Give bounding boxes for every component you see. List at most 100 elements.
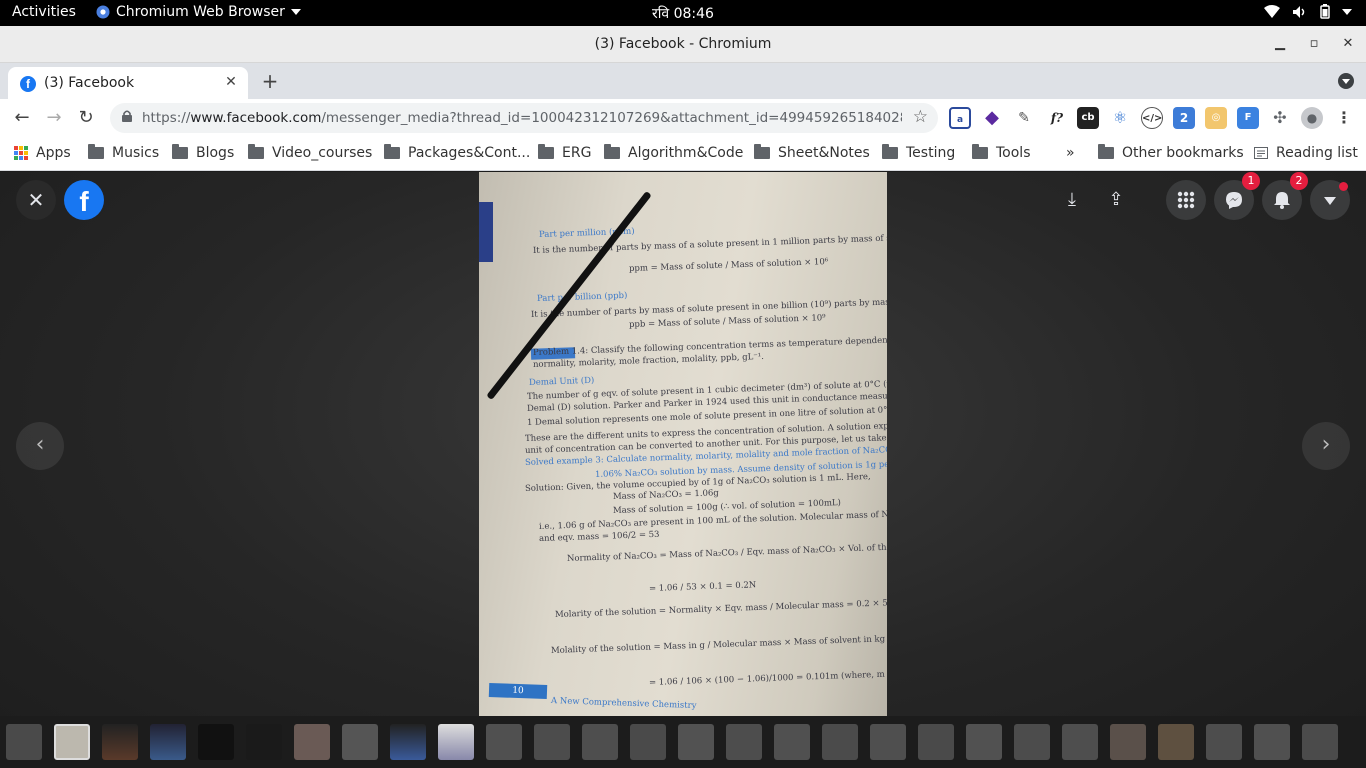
thumbnail[interactable] [1110, 724, 1146, 760]
system-tray[interactable] [1264, 4, 1352, 19]
photo-text-line: = 1.06 / 53 × 0.1 = 0.2N [648, 580, 757, 594]
thumbnail[interactable] [534, 724, 570, 760]
bookmark-folder-other[interactable]: Other bookmarks [1098, 144, 1244, 161]
thumbnail[interactable] [774, 724, 810, 760]
photo-text-line: Molality of the solution = Mass in g / M… [550, 634, 886, 656]
download-icon[interactable]: ⤓ [1052, 180, 1092, 220]
thumbnail[interactable] [150, 724, 186, 760]
thumbnail-selected[interactable] [54, 724, 90, 760]
photo-text-line: = 1.06 / 106 × (100 − 1.06)/1000 = 0.101… [648, 668, 887, 688]
photo-text-line: Normality of Na₂CO₃ = Mass of Na₂CO₃ / E… [566, 541, 887, 564]
extension-ft-icon[interactable]: F [1237, 107, 1259, 129]
caret-down-icon [1324, 197, 1336, 205]
thumbnail[interactable] [726, 724, 762, 760]
bookmark-label: Blogs [196, 145, 235, 161]
thumbnail[interactable] [1302, 724, 1338, 760]
thumbnail[interactable] [870, 724, 906, 760]
facebook-logo-icon[interactable]: f [64, 180, 104, 220]
bookmark-folder-video-courses[interactable]: Video_courses [248, 144, 372, 161]
previous-photo-button[interactable]: ‹ [16, 422, 64, 470]
forward-button[interactable]: → [42, 107, 66, 129]
bookmarks-overflow-button[interactable]: » [1066, 145, 1075, 161]
tab-facebook[interactable]: f (3) Facebook ✕ [8, 67, 248, 99]
thumbnail[interactable] [1014, 724, 1050, 760]
next-photo-button[interactable]: › [1302, 422, 1350, 470]
extension-formula-icon[interactable]: f? [1045, 107, 1069, 129]
close-viewer-button[interactable]: ✕ [16, 180, 56, 220]
thumbnail[interactable] [582, 724, 618, 760]
folder-icon [538, 144, 554, 159]
notifications-button[interactable]: 2 [1262, 172, 1308, 220]
thumbnail[interactable] [918, 724, 954, 760]
address-bar[interactable]: https://www.facebook.com/messenger_media… [110, 103, 938, 133]
bookmark-folder-erg[interactable]: ERG [538, 144, 591, 161]
extension-2-icon[interactable]: 2 [1173, 107, 1195, 129]
system-top-bar: Activities Chromium Web Browser रवि 08:4… [0, 0, 1366, 26]
extensions-puzzle-icon[interactable]: ✣ [1269, 107, 1291, 129]
bookmark-folder-tools[interactable]: Tools [972, 144, 1031, 161]
thumbnail[interactable] [294, 724, 330, 760]
extension-layers-icon[interactable]: ◆ [981, 107, 1003, 129]
thumbnail[interactable] [438, 724, 474, 760]
back-button[interactable]: ← [10, 107, 34, 129]
menu-grid-button[interactable] [1166, 180, 1206, 220]
bookmark-label: Tools [996, 145, 1031, 161]
bookmark-folder-blogs[interactable]: Blogs [172, 144, 235, 161]
bookmark-folder-musics[interactable]: Musics [88, 144, 159, 161]
account-button[interactable] [1310, 180, 1350, 220]
extension-code-icon[interactable]: </> [1141, 107, 1163, 129]
folder-icon [172, 144, 188, 159]
photo-blue-strip [479, 202, 493, 262]
bookmark-label: Other bookmarks [1122, 145, 1244, 161]
share-icon[interactable]: ⇪ [1096, 180, 1136, 220]
thumbnail[interactable] [1062, 724, 1098, 760]
thumbnail[interactable] [342, 724, 378, 760]
thumbnail[interactable] [1206, 724, 1242, 760]
photo-text-line: ppb = Mass of solute / Mass of solution … [628, 313, 826, 330]
messenger-button[interactable]: 1 [1214, 172, 1260, 220]
thumbnail[interactable] [102, 724, 138, 760]
bookmark-label: Packages&Cont... [408, 145, 531, 161]
thumbnail[interactable] [1254, 724, 1290, 760]
extension-cb-icon[interactable]: cb [1077, 107, 1099, 129]
thumbnail[interactable] [630, 724, 666, 760]
thumbnail[interactable] [486, 724, 522, 760]
clock[interactable]: रवि 08:46 [0, 4, 1366, 23]
thumbnail[interactable] [966, 724, 1002, 760]
reading-list-button[interactable]: Reading list [1254, 145, 1358, 161]
bookmark-folder-sheet-notes[interactable]: Sheet&Notes [754, 144, 870, 161]
maximize-button[interactable]: ▫ [1304, 34, 1324, 54]
close-window-button[interactable]: ✕ [1338, 34, 1358, 54]
wifi-icon [1264, 4, 1280, 18]
bookmark-apps[interactable]: Apps [14, 145, 71, 161]
reload-button[interactable]: ↻ [74, 107, 98, 129]
thumbnail[interactable] [6, 724, 42, 760]
thumbnail[interactable] [678, 724, 714, 760]
extension-eyedropper-icon[interactable]: ✎ [1013, 107, 1035, 129]
extension-camera-icon[interactable]: ◎ [1205, 107, 1227, 129]
extension-icon-1[interactable]: a [949, 107, 971, 129]
thumbnail[interactable] [822, 724, 858, 760]
bookmark-label: Algorithm&Code [628, 145, 744, 161]
messenger-icon [1226, 192, 1242, 209]
minimize-button[interactable]: ▁ [1270, 34, 1290, 54]
reading-list-icon [1254, 147, 1268, 159]
thumbnail[interactable] [198, 724, 234, 760]
bookmark-label: Sheet&Notes [778, 145, 870, 161]
profile-avatar-icon[interactable]: ● [1301, 107, 1323, 129]
page-number: 10 [488, 682, 548, 700]
thumbnail[interactable] [246, 724, 282, 760]
close-tab-button[interactable]: ✕ [222, 73, 240, 91]
bookmark-star-icon[interactable]: ☆ [913, 107, 928, 127]
thumbnail[interactable] [1158, 724, 1194, 760]
new-tab-button[interactable]: + [258, 70, 282, 94]
bookmark-folder-testing[interactable]: Testing [882, 144, 955, 161]
thumbnail[interactable] [390, 724, 426, 760]
tab-search-button[interactable] [1338, 73, 1354, 89]
extension-react-icon[interactable]: ⚛ [1109, 107, 1131, 129]
photo-text-line: ppm = Mass of solute / Mass of solution … [628, 257, 829, 274]
browser-menu-icon[interactable]: ⋮ [1333, 107, 1355, 129]
attachment-photo[interactable]: Part per million (ppm) It is the number … [479, 172, 887, 716]
bookmark-folder-algorithm[interactable]: Algorithm&Code [604, 144, 744, 161]
bookmark-folder-packages[interactable]: Packages&Cont... [384, 144, 531, 161]
